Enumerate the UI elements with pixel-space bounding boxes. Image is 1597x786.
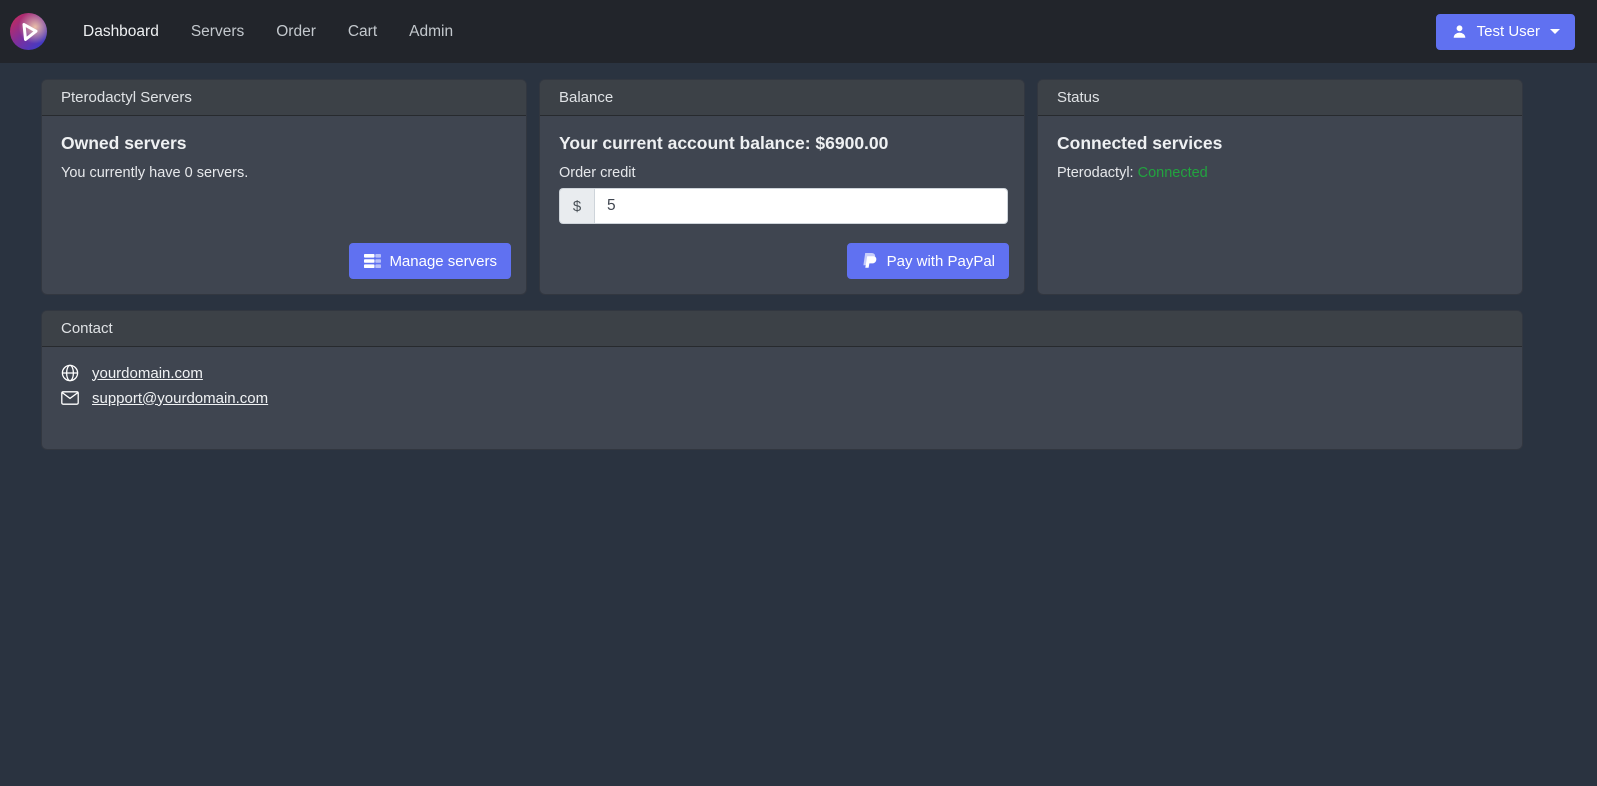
- pay-with-paypal-button[interactable]: Pay with PayPal: [847, 243, 1009, 279]
- order-credit-label: Order credit: [559, 165, 1009, 181]
- order-credit-input[interactable]: [594, 188, 1008, 224]
- globe-icon: [61, 364, 79, 382]
- main-content: Pterodactyl Servers Owned servers You cu…: [0, 63, 1597, 450]
- manage-servers-label: Manage servers: [389, 253, 497, 270]
- brand-logo[interactable]: [10, 13, 47, 50]
- website-link[interactable]: yourdomain.com: [92, 365, 203, 382]
- balance-card-header: Balance: [540, 80, 1024, 116]
- paypal-icon: [861, 252, 879, 270]
- nav-item-admin[interactable]: Admin: [393, 15, 469, 49]
- owned-servers-title: Owned servers: [61, 133, 511, 154]
- support-email-link[interactable]: support@yourdomain.com: [92, 390, 268, 407]
- contact-row-website: yourdomain.com: [61, 364, 1507, 382]
- pterodactyl-status-line: Pterodactyl: Connected: [1057, 165, 1507, 181]
- pay-with-paypal-label: Pay with PayPal: [887, 253, 995, 270]
- nav-item-cart[interactable]: Cart: [332, 15, 393, 49]
- cards-row: Pterodactyl Servers Owned servers You cu…: [41, 79, 1523, 295]
- status-card: Status Connected services Pterodactyl: C…: [1037, 79, 1523, 295]
- contact-card-header: Contact: [42, 311, 1522, 347]
- owned-servers-text: You currently have 0 servers.: [61, 165, 511, 181]
- user-menu-label: Test User: [1477, 23, 1540, 40]
- balance-card: Balance Your current account balance: $6…: [539, 79, 1025, 295]
- contact-card: Contact yourdomain.com: [41, 310, 1523, 450]
- play-logo-icon: [10, 13, 47, 50]
- nav-links: Dashboard Servers Order Cart Admin: [67, 15, 469, 49]
- order-credit-input-group: $: [559, 188, 1008, 224]
- status-card-header: Status: [1038, 80, 1522, 116]
- nav-item-servers[interactable]: Servers: [175, 15, 260, 49]
- currency-prefix: $: [559, 188, 594, 224]
- server-icon: [363, 252, 381, 270]
- service-name-label: Pterodactyl:: [1057, 165, 1134, 181]
- status-badge: Connected: [1138, 165, 1208, 181]
- nav-item-order[interactable]: Order: [260, 15, 332, 49]
- top-navbar: Dashboard Servers Order Cart Admin Test …: [0, 0, 1597, 63]
- envelope-icon: [61, 389, 79, 407]
- servers-card-body: Owned servers You currently have 0 serve…: [42, 116, 526, 294]
- servers-card: Pterodactyl Servers Owned servers You cu…: [41, 79, 527, 295]
- account-balance-title: Your current account balance: $6900.00: [559, 133, 1009, 154]
- chevron-down-icon: [1550, 29, 1560, 34]
- person-icon: [1451, 23, 1469, 41]
- user-menu-button[interactable]: Test User: [1436, 14, 1575, 50]
- contact-card-body: yourdomain.com support@yourdomain.com: [42, 347, 1522, 449]
- connected-services-title: Connected services: [1057, 133, 1507, 154]
- nav-item-dashboard[interactable]: Dashboard: [67, 15, 175, 49]
- manage-servers-button[interactable]: Manage servers: [349, 243, 511, 279]
- servers-card-header: Pterodactyl Servers: [42, 80, 526, 116]
- status-card-body: Connected services Pterodactyl: Connecte…: [1038, 116, 1522, 294]
- contact-row-email: support@yourdomain.com: [61, 389, 1507, 407]
- balance-card-body: Your current account balance: $6900.00 O…: [540, 116, 1024, 294]
